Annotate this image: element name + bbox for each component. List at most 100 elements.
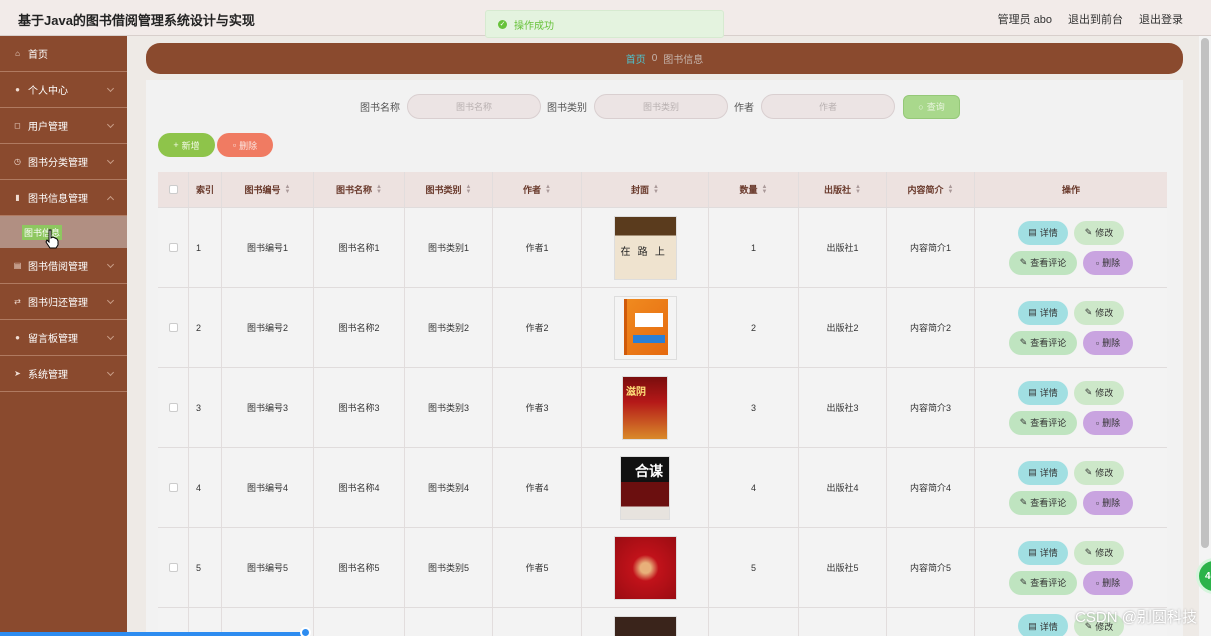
check-circle-icon: ✓ bbox=[498, 19, 507, 29]
cell-qty: 3 bbox=[709, 368, 799, 447]
header-name[interactable]: 图书名称 ▲ ▼ bbox=[314, 172, 405, 207]
header-code[interactable]: 图书编号 ▲ ▼ bbox=[222, 172, 314, 207]
clock-icon: ◷ bbox=[14, 157, 21, 166]
sidebar-item-return[interactable]: ⇄ 图书归还管理 bbox=[0, 284, 127, 320]
detail-button[interactable]: ▤ 详情 bbox=[1018, 460, 1068, 485]
select-all-checkbox[interactable] bbox=[168, 185, 178, 194]
header-links: 管理员 abo 退出到前台 退出登录 bbox=[998, 11, 1183, 27]
delete-selected-button[interactable]: ▫ 删除 bbox=[217, 133, 273, 157]
sort-icon[interactable]: ▲ ▼ bbox=[545, 184, 551, 195]
cover-title: 在 路 上 bbox=[620, 246, 667, 258]
header-intro[interactable]: 内容简介 ▲ ▼ bbox=[887, 172, 975, 207]
row-checkbox[interactable] bbox=[168, 563, 178, 572]
doc-icon: ▤ bbox=[1028, 620, 1037, 631]
sidebar-item-label: 图书借阅管理 bbox=[28, 262, 88, 273]
cell-code: 图书编号3 bbox=[222, 368, 314, 447]
view-comments-button[interactable]: ✎ 查看评论 bbox=[1009, 410, 1077, 435]
chart-icon: ▮ bbox=[15, 193, 20, 202]
admin-label: 管理员 abo bbox=[997, 14, 1052, 26]
view-comments-button[interactable]: ✎ 查看评论 bbox=[1009, 250, 1077, 275]
view-comments-button[interactable]: ✎ 查看评论 bbox=[1009, 570, 1077, 595]
sidebar-item-profile[interactable]: ● 个人中心 bbox=[0, 72, 127, 108]
cover-image bbox=[613, 616, 677, 636]
cover-image bbox=[613, 535, 677, 600]
pencil-icon: ✎ bbox=[1084, 227, 1093, 237]
author-input[interactable]: 作者 bbox=[761, 94, 895, 119]
delete-button-label: 删除 bbox=[239, 140, 258, 151]
sidebar-item-system[interactable]: ➤ 系统管理 bbox=[0, 356, 127, 392]
view-comments-button[interactable]: ✎ 查看评论 bbox=[1009, 330, 1077, 355]
cover-image: 合谋 bbox=[620, 455, 670, 520]
cell-author: 作者1 bbox=[493, 208, 582, 287]
detail-button[interactable]: ▤ 详情 bbox=[1018, 380, 1068, 405]
pencil-icon: ✎ bbox=[1084, 387, 1093, 397]
sort-icon[interactable]: ▲ ▼ bbox=[948, 184, 954, 195]
cell-name: 图书名称2 bbox=[314, 288, 405, 367]
query-button[interactable]: ○ 查询 bbox=[903, 94, 960, 119]
edit-button[interactable]: ✎ 修改 bbox=[1074, 460, 1124, 485]
query-button-label: 查询 bbox=[926, 102, 945, 112]
chevron-down-icon bbox=[106, 260, 115, 269]
edit-button[interactable]: ✎ 修改 bbox=[1074, 220, 1124, 245]
cell-type: 图书类别2 bbox=[405, 288, 493, 367]
delete-button[interactable]: ▫ 删除 bbox=[1083, 570, 1133, 595]
header-ops: 操作 bbox=[1061, 185, 1080, 195]
header-cover[interactable]: 封面 ▲ ▼ bbox=[582, 172, 709, 207]
sort-icon[interactable]: ▲ ▼ bbox=[466, 184, 472, 195]
detail-button[interactable]: ▤ 详情 bbox=[1018, 614, 1068, 636]
sidebar-item-messages[interactable]: ● 留言板管理 bbox=[0, 320, 127, 356]
delete-button[interactable]: ▫ 删除 bbox=[1083, 490, 1133, 515]
cell-qty: 5 bbox=[709, 528, 799, 607]
sort-icon[interactable]: ▲ ▼ bbox=[285, 184, 291, 195]
cell-ops: ▤ 详情 ✎ 修改 ✎ 查看评论 ▫ 删除 bbox=[975, 208, 1167, 287]
front-link[interactable]: 退出到前台 bbox=[1068, 11, 1123, 27]
sort-icon[interactable]: ▲ ▼ bbox=[762, 184, 768, 195]
header-press[interactable]: 出版社 ▲ ▼ bbox=[799, 172, 887, 207]
cell-code: 图书编号4 bbox=[222, 448, 314, 527]
breadcrumb-home[interactable]: 首页 bbox=[626, 51, 646, 66]
chevron-down-icon bbox=[106, 120, 115, 129]
header-type[interactable]: 图书类别 ▲ ▼ bbox=[405, 172, 493, 207]
book-type-input[interactable]: 图书类别 bbox=[594, 94, 728, 119]
detail-button[interactable]: ▤ 详情 bbox=[1018, 300, 1068, 325]
scrollbar-thumb[interactable] bbox=[1201, 38, 1209, 548]
delete-button[interactable]: ▫ 删除 bbox=[1083, 410, 1133, 435]
cell-press: 出版社2 bbox=[799, 288, 887, 367]
logout-link[interactable]: 退出登录 bbox=[1139, 11, 1183, 27]
author-label: 作者 bbox=[734, 103, 754, 114]
edit-button[interactable]: ✎ 修改 bbox=[1074, 380, 1124, 405]
chevron-down-icon bbox=[106, 296, 115, 305]
sidebar-subitem-book-info[interactable]: 图书信息 bbox=[0, 216, 127, 248]
row-checkbox[interactable] bbox=[168, 483, 178, 492]
row-checkbox[interactable] bbox=[168, 323, 178, 332]
view-comments-button[interactable]: ✎ 查看评论 bbox=[1009, 490, 1077, 515]
progress-handle[interactable] bbox=[300, 627, 311, 636]
sort-icon[interactable]: ▲ ▼ bbox=[855, 184, 861, 195]
sidebar-item-users[interactable]: ◻ 用户管理 bbox=[0, 108, 127, 144]
add-button[interactable]: + 新增 bbox=[158, 133, 215, 157]
header-author[interactable]: 作者 ▲ ▼ bbox=[493, 172, 582, 207]
sidebar-item-home[interactable]: ⌂ 首页 bbox=[0, 36, 127, 72]
edit-button[interactable]: ✎ 修改 bbox=[1074, 300, 1124, 325]
header-qty[interactable]: 数量 ▲ ▼ bbox=[709, 172, 799, 207]
sidebar-item-book-info[interactable]: ▮ 图书信息管理 bbox=[0, 180, 127, 216]
detail-button[interactable]: ▤ 详情 bbox=[1018, 540, 1068, 565]
sort-icon[interactable]: ▲ ▼ bbox=[653, 184, 659, 195]
edit-button[interactable]: ✎ 修改 bbox=[1074, 540, 1124, 565]
sort-icon[interactable]: ▲ ▼ bbox=[376, 184, 382, 195]
sidebar-item-label: 首页 bbox=[28, 50, 48, 61]
toast-text: 操作成功 bbox=[514, 20, 554, 32]
send-icon: ➤ bbox=[14, 369, 21, 378]
app-title: 基于Java的图书借阅管理系统设计与实现 bbox=[18, 13, 255, 28]
chevron-up-icon bbox=[106, 195, 115, 204]
sidebar-item-book-category[interactable]: ◷ 图书分类管理 bbox=[0, 144, 127, 180]
row-checkbox[interactable] bbox=[168, 403, 178, 412]
row-checkbox[interactable] bbox=[168, 243, 178, 252]
cell-index: 5 bbox=[189, 528, 222, 607]
cell-ops: ▤ 详情 ✎ 修改 ✎ 查看评论 ▫ 删除 bbox=[975, 368, 1167, 447]
detail-button[interactable]: ▤ 详情 bbox=[1018, 220, 1068, 245]
delete-button[interactable]: ▫ 删除 bbox=[1083, 250, 1133, 275]
sidebar-item-borrow[interactable]: ▤ 图书借阅管理 bbox=[0, 248, 127, 284]
book-name-input[interactable]: 图书名称 bbox=[407, 94, 541, 119]
delete-button[interactable]: ▫ 删除 bbox=[1083, 330, 1133, 355]
